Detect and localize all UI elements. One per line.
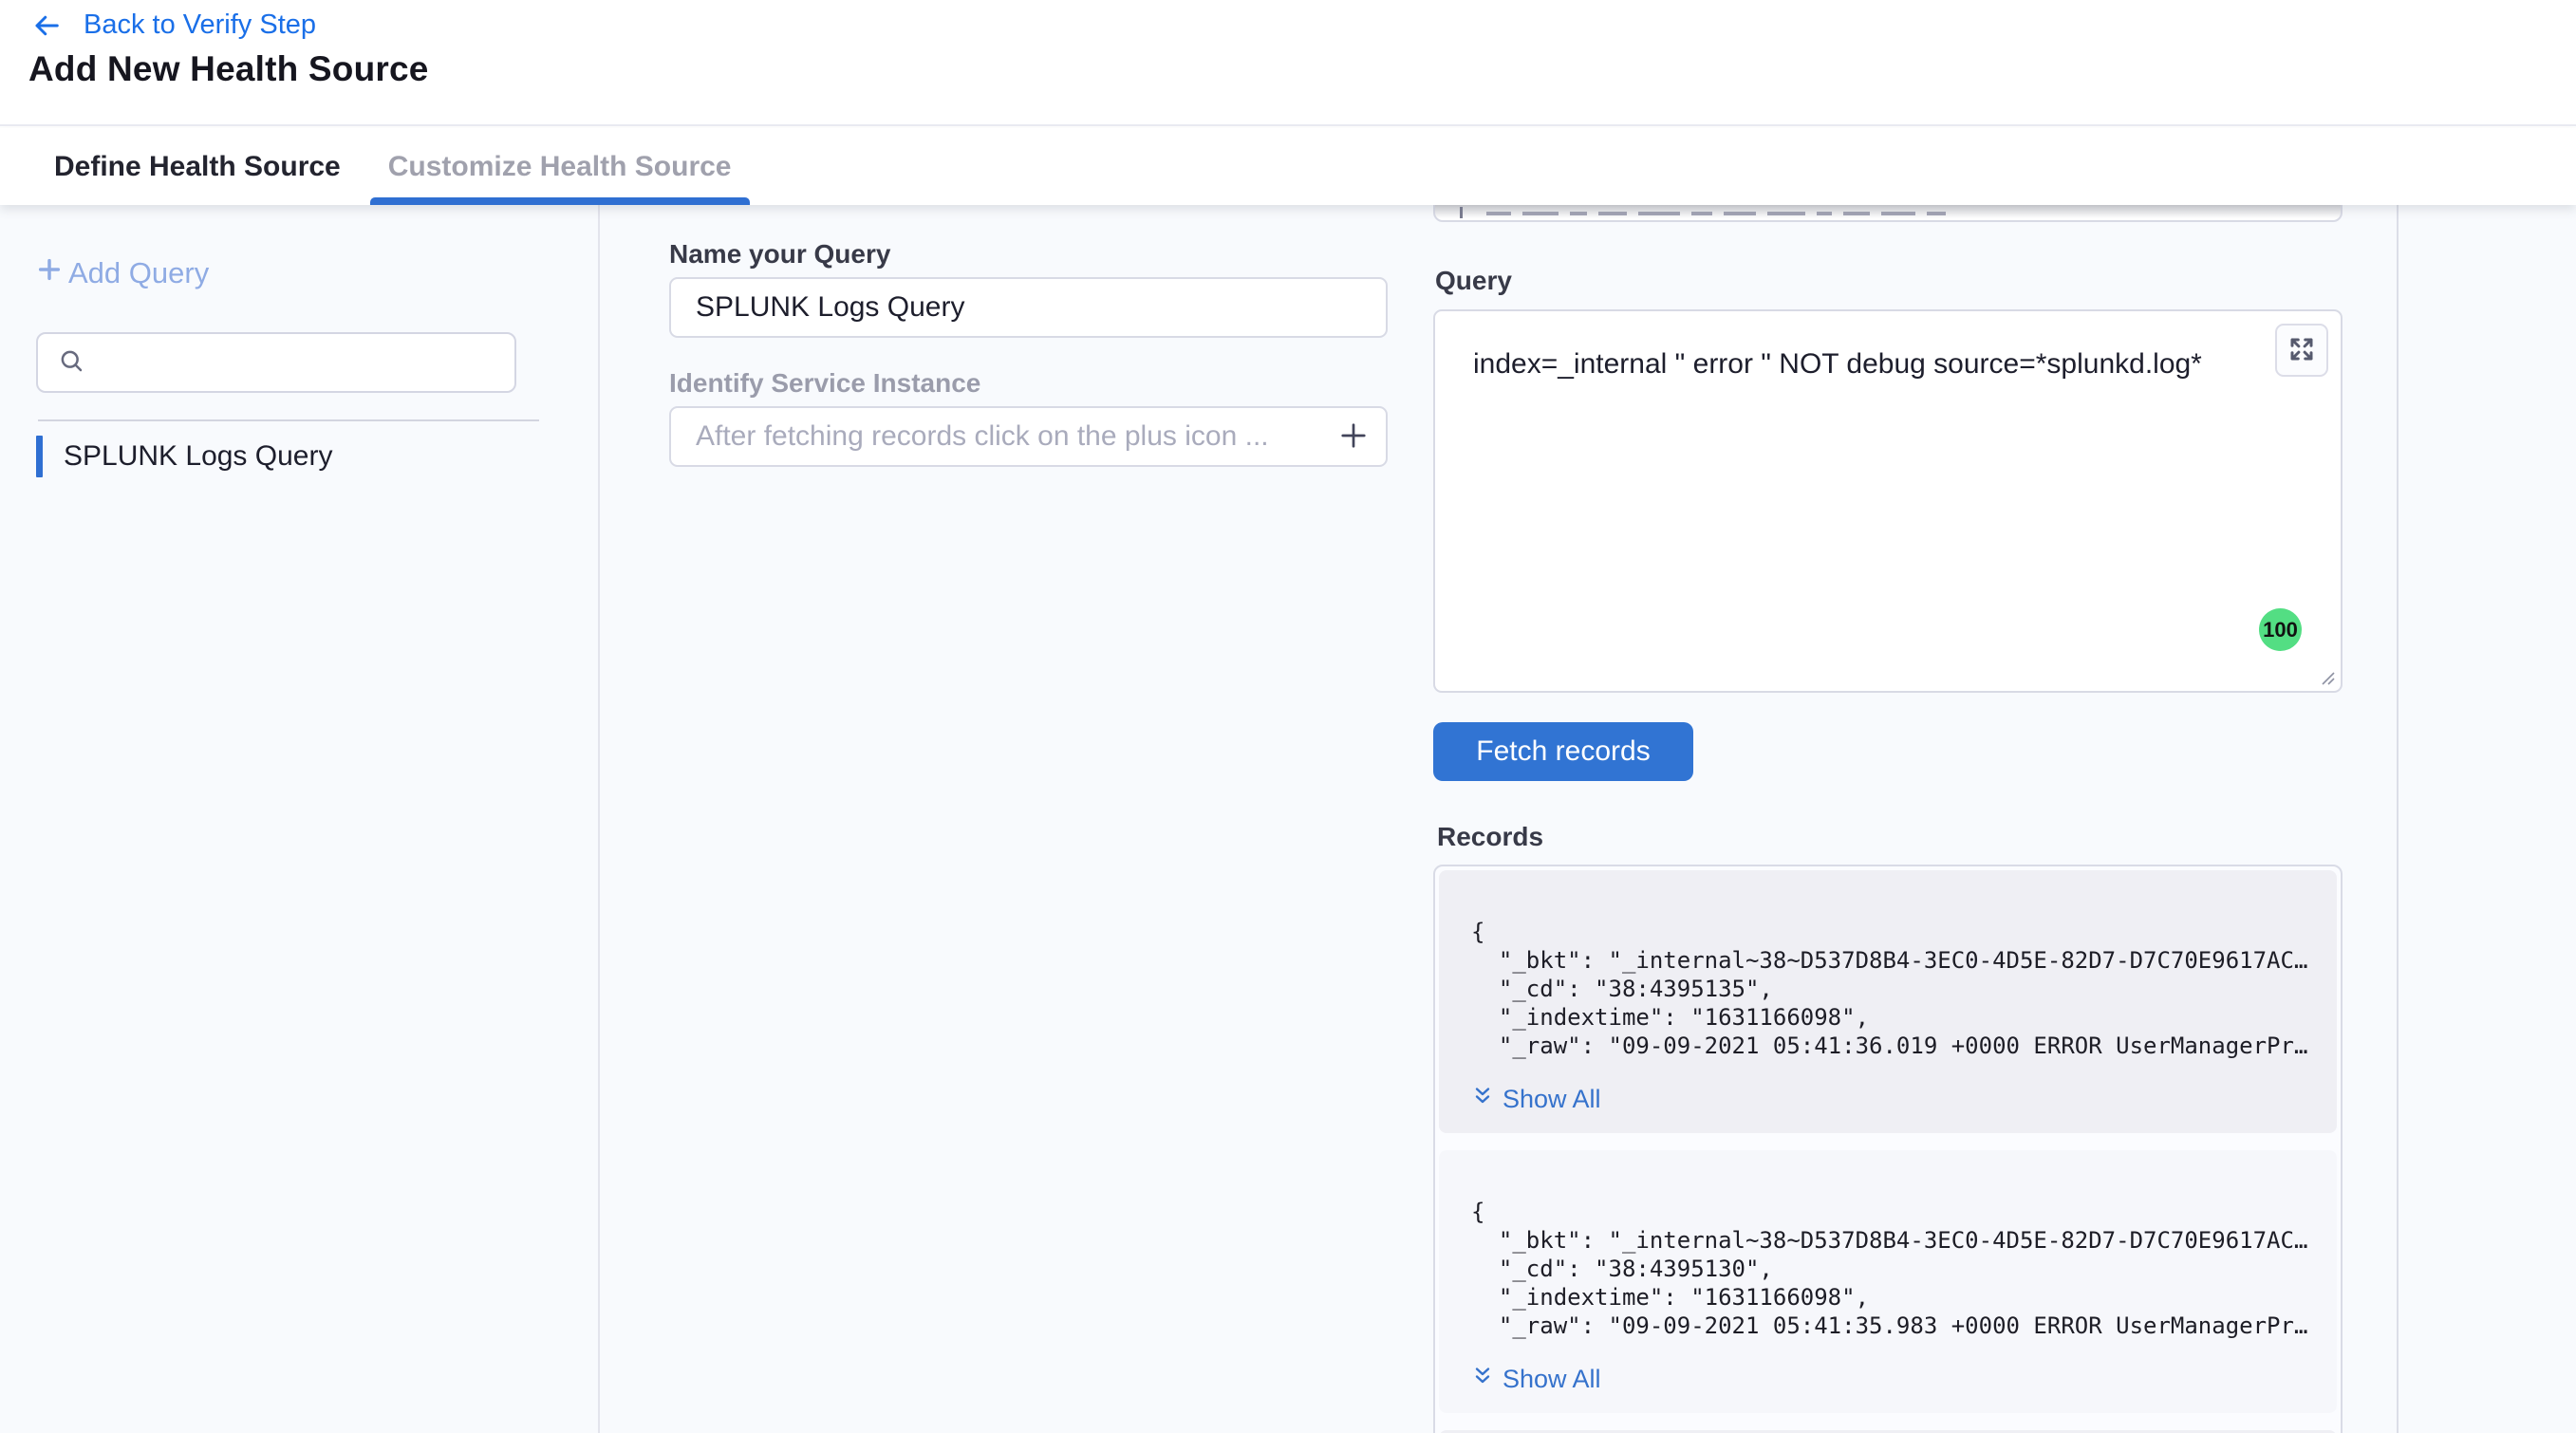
- show-all-link[interactable]: Show All: [1471, 1365, 1601, 1394]
- tab-define-health-source[interactable]: Define Health Source: [36, 128, 359, 205]
- query-name-input[interactable]: [669, 277, 1388, 338]
- fetch-records-button[interactable]: Fetch records: [1433, 722, 1693, 781]
- json-line: {: [1471, 1198, 2318, 1226]
- service-instance-input[interactable]: [669, 406, 1388, 467]
- service-instance-field: [669, 406, 1388, 467]
- back-to-verify-step-link[interactable]: Back to Verify Step: [32, 9, 316, 41]
- query-item-label: SPLUNK Logs Query: [64, 440, 332, 473]
- json-line: "_bkt": "_internal~38~D537D8B4-3EC0-4D5E…: [1471, 946, 2318, 975]
- json-line: "_cd": "38:4395135",: [1471, 975, 2318, 1003]
- expand-icon: [2287, 335, 2316, 366]
- record-card: { "_bkt": "_internal~38~D537D8B4-3EC0-4D…: [1439, 870, 2337, 1133]
- expand-query-button[interactable]: [2275, 324, 2328, 377]
- card-gap: [1439, 1413, 2337, 1430]
- selected-indicator-bar: [36, 436, 43, 477]
- show-all-link[interactable]: Show All: [1471, 1085, 1601, 1114]
- query-label: Query: [1435, 266, 1512, 296]
- sidebar-item-splunk-logs-query[interactable]: SPLUNK Logs Query: [36, 435, 332, 478]
- json-line: "_bkt": "_internal~38~D537D8B4-3EC0-4D5E…: [1471, 1226, 2318, 1255]
- plus-icon: [34, 254, 65, 292]
- card-gap: [1439, 1133, 2337, 1150]
- back-link-label: Back to Verify Step: [84, 9, 316, 41]
- double-chevron-down-icon: [1471, 1365, 1494, 1394]
- json-line: "_indextime": "1631166098",: [1471, 1283, 2318, 1312]
- query-sidebar: Add Query SPLUNK Logs Query: [0, 205, 600, 1433]
- double-chevron-down-icon: [1471, 1085, 1494, 1114]
- page-header: Back to Verify Step Add New Health Sourc…: [0, 0, 2576, 126]
- record-card: { "_bkt": "_internal~38~D537D8B4-3EC0-4D…: [1439, 1150, 2337, 1413]
- right-panel-divider: [2397, 205, 2399, 1433]
- tab-content: Add Query SPLUNK Logs Query Name your Qu…: [0, 205, 2576, 1433]
- query-search-box: [36, 332, 516, 393]
- tab-bar: Define Health Source Customize Health So…: [0, 128, 2576, 205]
- plus-icon: [1336, 419, 1371, 456]
- records-container: { "_bkt": "_internal~38~D537D8B4-3EC0-4D…: [1433, 865, 2343, 1433]
- add-query-button[interactable]: Add Query: [34, 254, 209, 292]
- record-count-badge: 100: [2259, 608, 2302, 651]
- search-icon: [57, 346, 85, 380]
- json-line: "_raw": "09-09-2021 05:41:36.019 +0000 E…: [1471, 1032, 2318, 1060]
- textarea-resize-grip[interactable]: [2319, 669, 2336, 686]
- add-service-instance-button[interactable]: [1333, 416, 1374, 457]
- json-line: "_raw": "09-09-2021 05:41:35.983 +0000 E…: [1471, 1312, 2318, 1340]
- clipped-text-remnant: [1460, 207, 2067, 218]
- show-all-label: Show All: [1503, 1365, 1601, 1394]
- tab-customize-health-source[interactable]: Customize Health Source: [370, 128, 750, 205]
- query-textarea[interactable]: index=_internal " error " NOT debug sour…: [1435, 311, 2341, 691]
- clipped-scrolled-field[interactable]: [1433, 205, 2343, 222]
- back-arrow-icon: [32, 11, 61, 40]
- records-label: Records: [1437, 822, 1543, 852]
- search-input[interactable]: [99, 347, 514, 378]
- json-line: {: [1471, 918, 2318, 946]
- sidebar-divider: [38, 419, 539, 421]
- identify-service-instance-label: Identify Service Instance: [669, 368, 980, 399]
- name-your-query-label: Name your Query: [669, 239, 890, 270]
- add-query-label: Add Query: [68, 256, 209, 290]
- show-all-label: Show All: [1503, 1085, 1601, 1114]
- query-editor: index=_internal " error " NOT debug sour…: [1433, 309, 2343, 693]
- json-line: "_indextime": "1631166098",: [1471, 1003, 2318, 1032]
- page-title: Add New Health Source: [28, 49, 429, 89]
- json-line: "_cd": "38:4395130",: [1471, 1255, 2318, 1283]
